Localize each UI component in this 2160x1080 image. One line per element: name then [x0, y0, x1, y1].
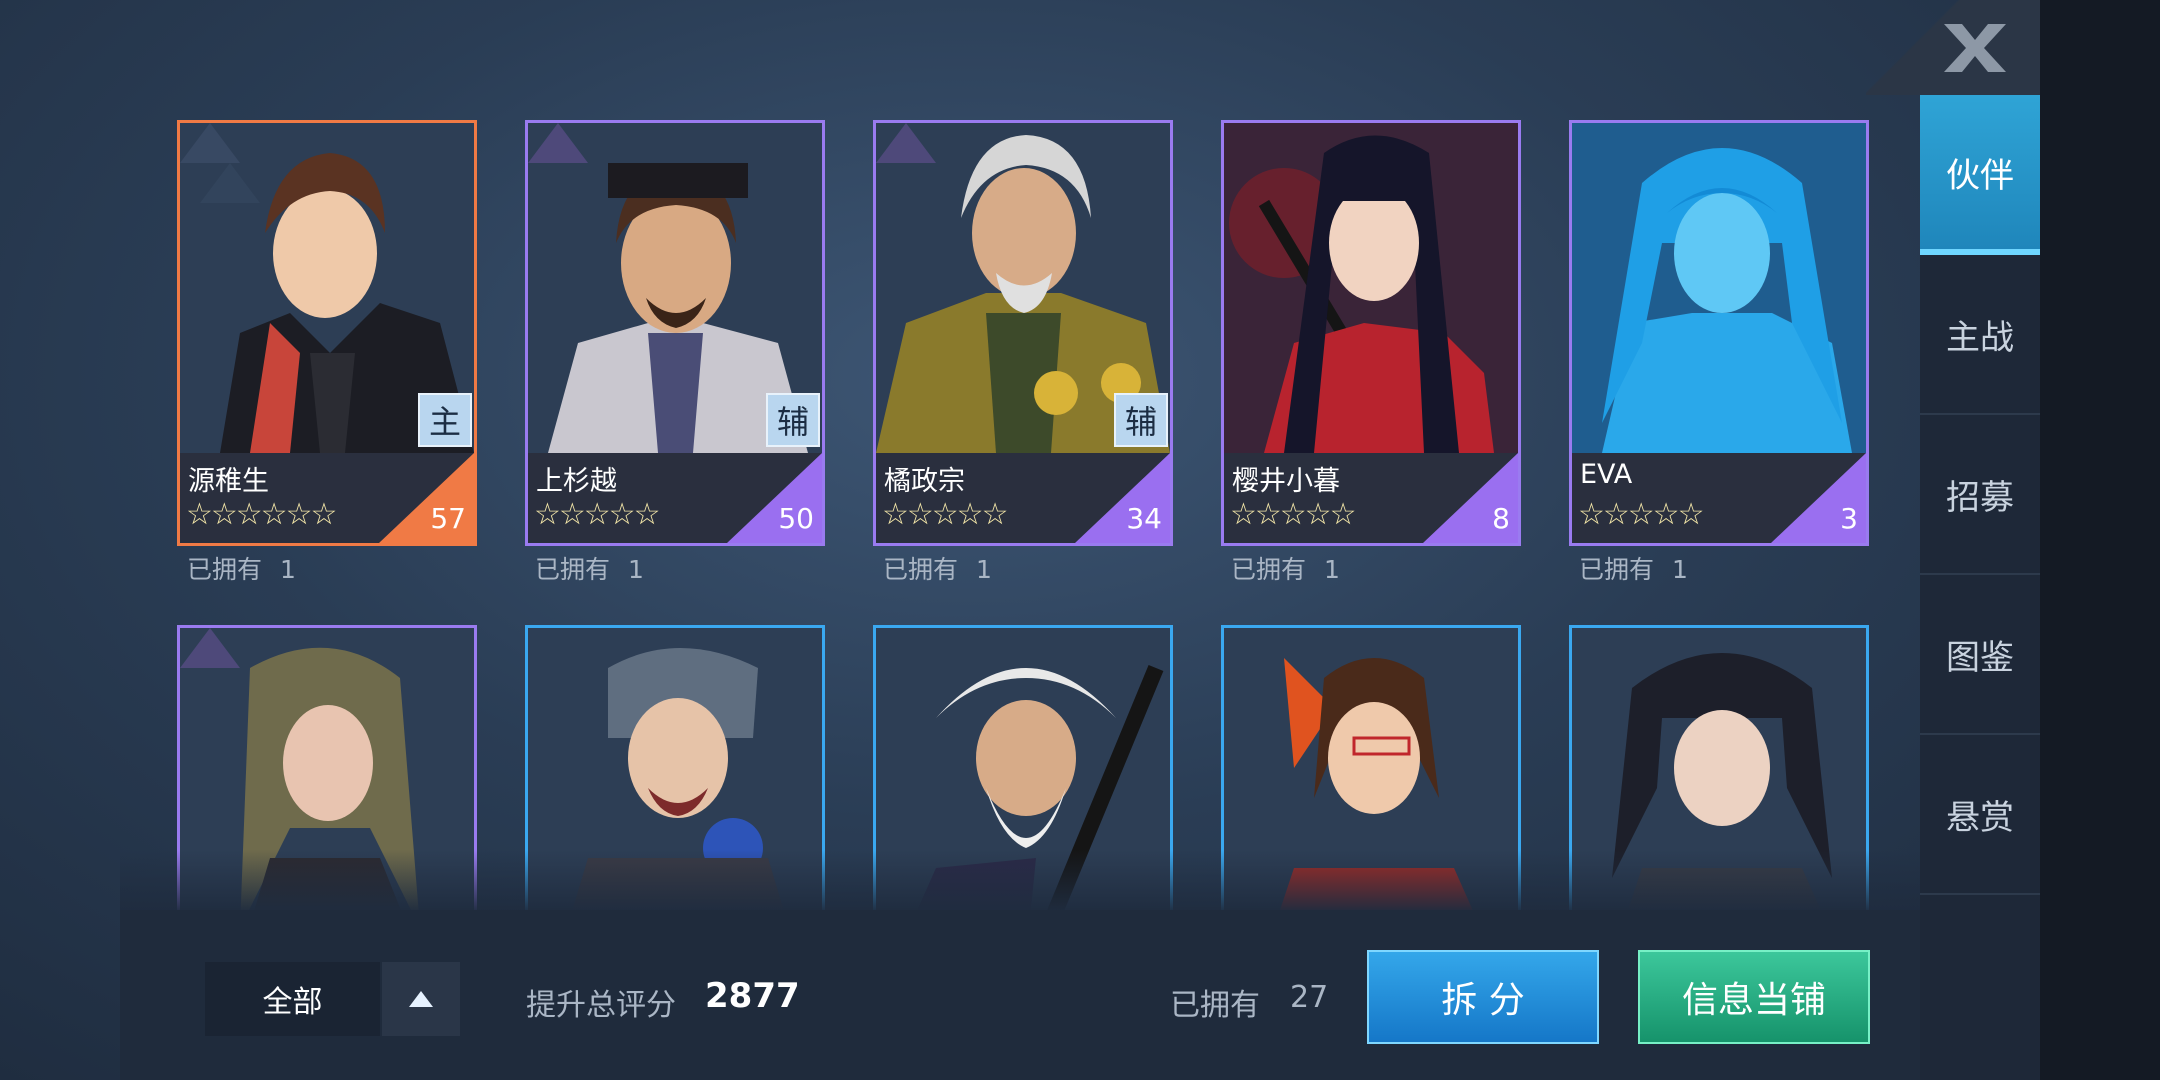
tab-bounty[interactable]: 悬赏 — [1920, 735, 2040, 895]
partner-level: 8 — [1492, 502, 1510, 535]
partner-level: 57 — [430, 502, 466, 535]
partner-card[interactable]: 樱井小暮 ☆☆☆☆☆ 8 已拥有 1 — [1221, 120, 1521, 584]
card-frame: 主 源稚生 ☆☆☆☆☆☆ 57 — [177, 120, 477, 546]
partner-card[interactable]: 主 源稚生 ☆☆☆☆☆☆ 57 已拥有 1 — [177, 120, 477, 584]
card-info-bar: 上杉越 ☆☆☆☆☆ 50 — [528, 453, 822, 543]
info-pawnshop-button[interactable]: 信息当铺 — [1638, 950, 1870, 1044]
tab-main-battle[interactable]: 主战 — [1920, 255, 2040, 415]
card-frame: EVA ☆☆☆☆☆ 3 — [1569, 120, 1869, 546]
star-rating: ☆☆☆☆☆ — [1230, 497, 1356, 532]
owned-total-value: 27 — [1290, 980, 1329, 1015]
filter-toggle-button[interactable] — [382, 962, 460, 1036]
split-button-label: 拆 分 — [1441, 980, 1525, 1021]
card-frame: 樱井小暮 ☆☆☆☆☆ 8 — [1221, 120, 1521, 546]
star-rating: ☆☆☆☆☆ — [534, 497, 660, 532]
owned-total-label: 已拥有 — [1170, 988, 1260, 1023]
filter-dropdown[interactable]: 全部 — [205, 962, 380, 1036]
close-button[interactable] — [1930, 18, 2020, 78]
tab-partner[interactable]: 伙伴 — [1920, 95, 2040, 255]
tab-label: 悬赏 — [1946, 797, 2014, 838]
partner-portrait — [1572, 123, 1866, 453]
owned-value: 1 — [1672, 555, 1688, 584]
owned-label: 已拥有 — [187, 555, 263, 584]
star-rating: ☆☆☆☆☆ — [882, 497, 1008, 532]
owned-value: 1 — [628, 555, 644, 584]
role-badge: 辅 — [1114, 393, 1168, 447]
bottom-bar: 全部 提升总评分 2877 已拥有 27 拆 分 信息当铺 — [120, 910, 1920, 1080]
partner-name: 樱井小暮 — [1232, 466, 1340, 497]
filter-label: 全部 — [262, 985, 323, 1020]
tab-label: 伙伴 — [1946, 155, 2014, 196]
card-info-bar: 樱井小暮 ☆☆☆☆☆ 8 — [1224, 453, 1518, 543]
tab-codex[interactable]: 图鉴 — [1920, 575, 2040, 735]
tab-label: 主战 — [1946, 317, 2014, 358]
tab-label: 招募 — [1946, 477, 2014, 518]
owned-value: 1 — [1324, 555, 1340, 584]
partner-name: 橘政宗 — [884, 466, 965, 497]
role-badge: 主 — [418, 393, 472, 447]
owned-value: 1 — [280, 555, 296, 584]
owned-label: 已拥有 — [883, 555, 959, 584]
side-tabs: 伙伴 主战 招募 图鉴 悬赏 — [1920, 95, 2040, 895]
close-x-icon — [1944, 24, 2006, 72]
owned-count: 已拥有 1 — [1579, 550, 1688, 586]
owned-label: 已拥有 — [535, 555, 611, 584]
card-info-bar: 橘政宗 ☆☆☆☆☆ 34 — [876, 453, 1170, 543]
owned-count: 已拥有 1 — [1231, 550, 1340, 586]
partner-card[interactable]: 辅 橘政宗 ☆☆☆☆☆ 34 已拥有 1 — [873, 120, 1173, 584]
right-edge-strip — [2040, 0, 2160, 1080]
partner-level: 34 — [1126, 502, 1162, 535]
star-rating: ☆☆☆☆☆ — [1578, 497, 1704, 532]
pawnshop-button-label: 信息当铺 — [1681, 980, 1826, 1021]
owned-count: 已拥有 1 — [883, 550, 992, 586]
owned-label: 已拥有 — [1579, 555, 1655, 584]
partner-grid: 主 源稚生 ☆☆☆☆☆☆ 57 已拥有 1 辅 上杉越 ☆☆☆☆☆ 50 已拥有… — [120, 95, 1920, 910]
partner-level: 3 — [1840, 502, 1858, 535]
triangle-up-icon — [409, 991, 433, 1007]
role-badge: 辅 — [766, 393, 820, 447]
star-rating: ☆☆☆☆☆☆ — [186, 497, 337, 532]
tab-label: 图鉴 — [1946, 637, 2014, 678]
owned-value: 1 — [976, 555, 992, 584]
tab-recruit[interactable]: 招募 — [1920, 415, 2040, 575]
list-fade — [120, 850, 1920, 910]
card-frame: 辅 上杉越 ☆☆☆☆☆ 50 — [525, 120, 825, 546]
owned-count: 已拥有 1 — [187, 550, 296, 586]
owned-count: 已拥有 1 — [535, 550, 644, 586]
partner-name: EVA — [1580, 459, 1633, 490]
partner-name: 源稚生 — [188, 466, 269, 497]
partner-level: 50 — [778, 502, 814, 535]
score-label: 提升总评分 — [526, 988, 676, 1023]
partner-card[interactable]: 辅 上杉越 ☆☆☆☆☆ 50 已拥有 1 — [525, 120, 825, 584]
card-frame: 辅 橘政宗 ☆☆☆☆☆ 34 — [873, 120, 1173, 546]
partner-portrait — [1224, 123, 1518, 453]
card-info-bar: 源稚生 ☆☆☆☆☆☆ 57 — [180, 453, 474, 543]
card-info-bar: EVA ☆☆☆☆☆ 3 — [1572, 453, 1866, 543]
partner-name: 上杉越 — [536, 466, 617, 497]
partner-card[interactable]: EVA ☆☆☆☆☆ 3 已拥有 1 — [1569, 120, 1869, 584]
owned-label: 已拥有 — [1231, 555, 1307, 584]
split-button[interactable]: 拆 分 — [1367, 950, 1599, 1044]
score-value: 2877 — [705, 976, 800, 1016]
